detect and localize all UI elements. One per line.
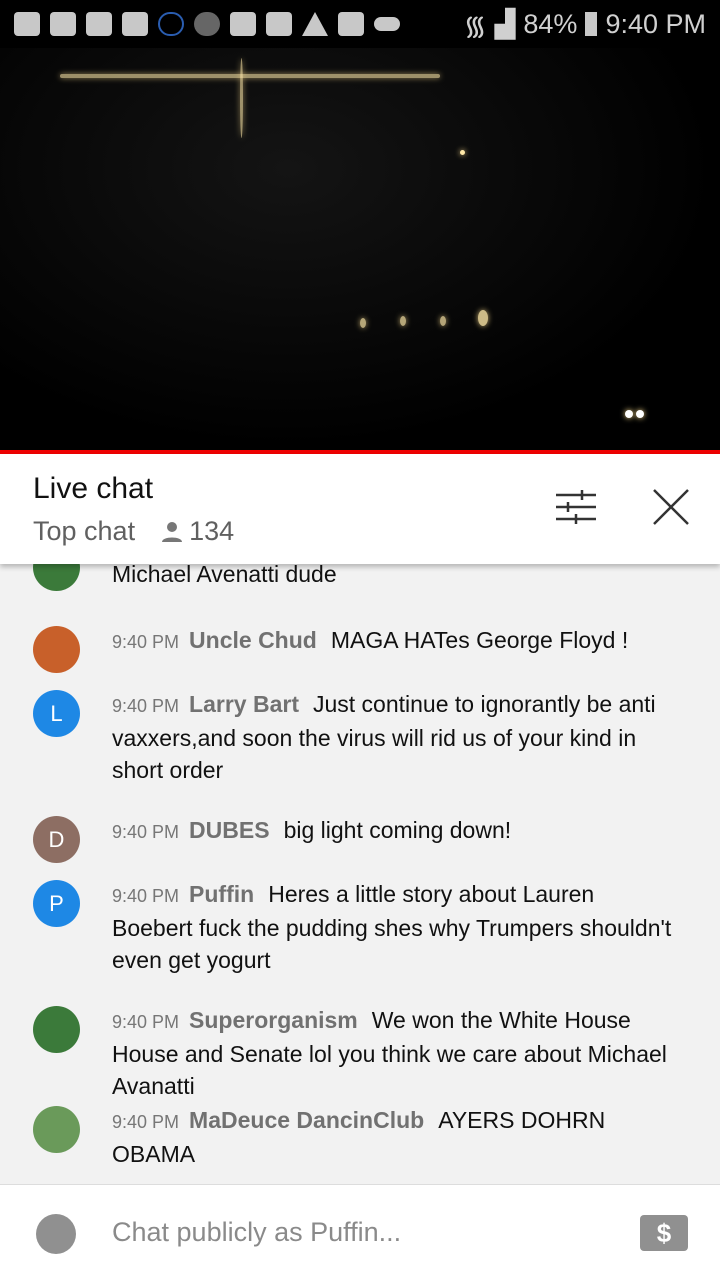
message-author[interactable]: Larry Bart (189, 691, 299, 717)
avatar[interactable]: D (33, 816, 80, 863)
message-text: big light coming down! (283, 817, 512, 843)
close-icon[interactable] (652, 488, 690, 526)
live-chat-title: Live chat (33, 472, 154, 505)
chat-message-list[interactable]: Michael Avenatti dude 9:40 PM Uncle Chud MA… (0, 564, 720, 1184)
chat-input[interactable]: Chat publicly as Puffin... (112, 1217, 401, 1248)
youtube-icon (50, 12, 76, 36)
warning-icon (302, 12, 328, 36)
viewer-count-value: 134 (189, 516, 235, 546)
avatar[interactable]: L (33, 690, 80, 737)
super-chat-icon[interactable]: $ (640, 1215, 688, 1251)
filter-settings-icon[interactable] (556, 490, 596, 524)
message-time: 9:40 PM (112, 1012, 180, 1032)
m-app-icon (266, 12, 292, 36)
message-author[interactable]: DUBES (189, 817, 270, 843)
message-author[interactable]: Uncle Chud (189, 627, 317, 653)
message-author[interactable]: Superorganism (189, 1007, 358, 1033)
message-time: 9:40 PM (112, 1112, 180, 1132)
avatar[interactable] (33, 1106, 80, 1153)
clock: 9:40 PM (605, 8, 706, 39)
wifi-icon: ᯾ (463, 10, 487, 41)
folder-icon (230, 12, 256, 36)
youtube-icon (86, 12, 112, 36)
crown-icon (122, 12, 148, 36)
person-icon (162, 521, 183, 542)
signal-icon: ▟ (494, 8, 516, 39)
message-time: 9:40 PM (112, 886, 180, 906)
message-text: MAGA HATes George Floyd ! (330, 627, 629, 653)
battery-icon (585, 12, 598, 36)
avatar[interactable]: P (33, 880, 80, 927)
message-time: 9:40 PM (112, 822, 180, 842)
cloud-outline-icon (158, 12, 184, 36)
chat-input-bar: Chat publicly as Puffin... $ (0, 1184, 720, 1280)
image-icon (338, 12, 364, 36)
message-icon (14, 12, 40, 36)
viewer-count: 134 (161, 516, 234, 547)
message-author[interactable]: MaDeuce DancinClub (189, 1107, 424, 1133)
message-time: 9:40 PM (112, 632, 180, 652)
avatar[interactable] (33, 626, 80, 673)
message-text: Michael Avenatti dude (112, 564, 337, 587)
message-time: 9:40 PM (112, 696, 180, 716)
status-bar: ᯾ ▟ 84% 9:40 PM (0, 0, 720, 48)
avatar[interactable] (33, 1006, 80, 1053)
emoji-icon[interactable] (36, 1214, 76, 1254)
message-author[interactable]: Puffin (189, 881, 254, 907)
video-player[interactable] (0, 48, 720, 450)
live-chat-header: Live chat Top chat 134 (0, 454, 720, 564)
cloud-icon (374, 17, 400, 31)
m-app-icon (194, 12, 220, 36)
battery-level: 84% (523, 8, 578, 39)
avatar[interactable] (33, 564, 80, 591)
chat-mode-selector[interactable]: Top chat (33, 516, 135, 547)
